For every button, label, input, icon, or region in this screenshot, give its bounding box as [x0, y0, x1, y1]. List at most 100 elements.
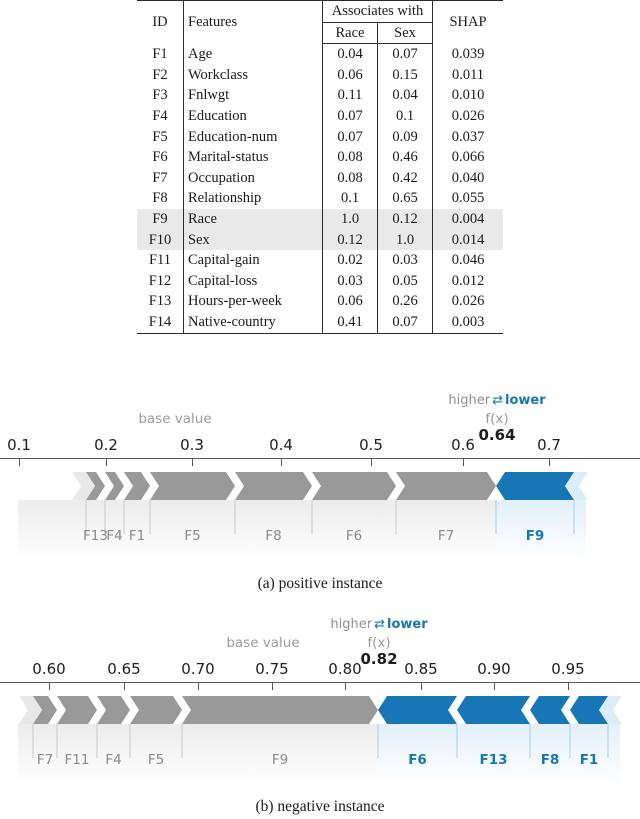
cell-id: F10: [137, 229, 184, 251]
cell-id: F4: [152, 107, 168, 124]
force-segment-F8: [530, 696, 570, 724]
higher-lower-legend: higher ⇄ lower: [448, 393, 545, 408]
axis-tick-label: 0.75: [255, 660, 289, 678]
segment-label-F9: F9: [271, 752, 289, 768]
cell-feature: Education-num: [183, 126, 323, 148]
axis-tick-label: 0.5: [359, 436, 383, 454]
force-segment-F9: [496, 472, 574, 500]
axis-tick-label: 0.6: [451, 436, 475, 454]
caption-negative: (b) negative instance: [255, 798, 385, 815]
lower-label: lower: [504, 393, 546, 408]
cell-sex: 0.26: [377, 291, 433, 312]
table-row: F7 Occupation 0.08 0.42 0.040: [137, 167, 503, 189]
cell-feature: Sex: [183, 229, 323, 251]
header-features: Features: [183, 0, 323, 44]
cell-id: F6: [152, 149, 168, 166]
cell-race: 0.02: [322, 250, 378, 271]
table-row: F8 Relationship 0.1 0.65 0.055: [137, 188, 503, 209]
cell-shap: 0.012: [432, 270, 503, 292]
axis-tick-label: 0.7: [537, 436, 561, 454]
force-bar-graphic: [18, 696, 622, 784]
axis-tick-label: 0.4: [269, 436, 293, 454]
force-segment-F6: [378, 696, 457, 724]
higher-label: higher: [330, 617, 373, 632]
force-segment-F1: [124, 472, 150, 500]
force-segment-F13: [457, 696, 530, 724]
segment-label-F7: F7: [36, 752, 54, 768]
cell-feature: Capital-gain: [183, 250, 323, 271]
cell-sex: 0.05: [377, 270, 433, 292]
cell-shap: 0.040: [432, 167, 503, 189]
axis-line: [0, 682, 640, 684]
cell-sex: 0.03: [377, 250, 433, 271]
cell-shap: 0.011: [432, 64, 503, 86]
cell-id: F9: [137, 208, 184, 230]
exchange-arrow-icon: ⇄: [374, 617, 385, 632]
table-row: F4 Education 0.07 0.1 0.026: [137, 105, 503, 127]
segment-label-F4: F4: [106, 528, 123, 544]
cell-shap: 0.003: [432, 311, 503, 334]
force-segment-F4: [97, 696, 130, 724]
force-segment-F4: [105, 472, 124, 500]
cell-sex: 0.09: [377, 126, 433, 148]
segment-label-F13: F13: [479, 752, 508, 768]
cell-feature: Native-country: [183, 311, 323, 334]
segment-label-F7: F7: [437, 528, 455, 544]
caption-positive: (a) positive instance: [257, 575, 383, 592]
cell-id: F3: [152, 87, 168, 104]
shap-table: ID Features Associates with SHAP Race Se…: [137, 0, 503, 334]
table-row: F5 Education-num 0.07 0.09 0.037: [137, 126, 503, 148]
cell-sex: 1.0: [377, 229, 433, 251]
force-segment-F11: [57, 696, 97, 724]
segment-label-F1: F1: [128, 528, 146, 544]
cell-id: F1: [152, 45, 168, 62]
cell-feature: Hours-per-week: [183, 291, 323, 312]
axis-line: [0, 458, 640, 460]
segment-label-F1: F1: [579, 752, 599, 768]
cell-sex: 0.07: [377, 311, 433, 334]
segment-label-F8: F8: [540, 752, 560, 768]
cell-shap: 0.046: [432, 250, 503, 271]
cell-sex: 0.65: [377, 188, 433, 209]
cell-shap: 0.037: [432, 126, 503, 148]
base-value-label: base value: [138, 411, 212, 427]
force-segment-F5: [150, 472, 235, 500]
cell-feature: Workclass: [183, 64, 323, 86]
table-row: F9 Race 1.0 0.12 0.004: [137, 208, 503, 230]
segment-label-F4: F4: [105, 752, 122, 768]
segment-label-F5: F5: [147, 752, 165, 768]
segment-label-F13: F13: [83, 528, 108, 544]
cell-sex: 0.1: [377, 105, 433, 127]
axis-tick-label: 0.65: [107, 660, 141, 678]
axis-tick-label: 0.2: [94, 436, 118, 454]
cell-race: 1.0: [322, 208, 378, 230]
cell-id: F13: [148, 293, 172, 310]
cell-sex: 0.12: [377, 208, 433, 230]
cell-shap: 0.026: [432, 291, 503, 312]
axis-tick-label: 0.70: [181, 660, 215, 678]
segment-label-F11: F11: [64, 752, 90, 768]
axis-tick-label: 0.95: [551, 660, 585, 678]
segment-label-F5: F5: [184, 528, 201, 544]
force-segment-F8: [235, 472, 312, 500]
force-segment-F7: [396, 472, 496, 500]
base-value-label: base value: [226, 635, 300, 651]
force-plot-negative: higher ⇄ lower f(x) 0.82 base value 0.60 0.65 0.…: [0, 612, 640, 787]
table-row: F14 Native-country 0.41 0.07 0.003: [137, 311, 503, 334]
higher-lower-legend: higher ⇄ lower: [330, 617, 427, 632]
cell-sex: 0.46: [377, 147, 433, 168]
cell-race: 0.04: [322, 43, 378, 65]
cell-feature: Fnlwgt: [183, 85, 323, 106]
cell-feature: Occupation: [183, 167, 323, 189]
table-row: F3 Fnlwgt 0.11 0.04 0.010: [137, 85, 503, 106]
cell-race: 0.08: [322, 147, 378, 168]
exchange-arrow-icon: ⇄: [492, 393, 503, 408]
cell-feature: Marital-status: [183, 147, 323, 168]
axis-tick-label: 0.85: [404, 660, 438, 678]
features-shap-table: ID Features Associates with SHAP Race Se…: [137, 0, 503, 334]
fx-label: f(x): [485, 411, 509, 427]
cell-sex: 0.07: [377, 43, 433, 65]
cell-race: 0.1: [322, 188, 378, 209]
header-id: ID: [137, 0, 184, 44]
cell-sex: 0.04: [377, 85, 433, 106]
